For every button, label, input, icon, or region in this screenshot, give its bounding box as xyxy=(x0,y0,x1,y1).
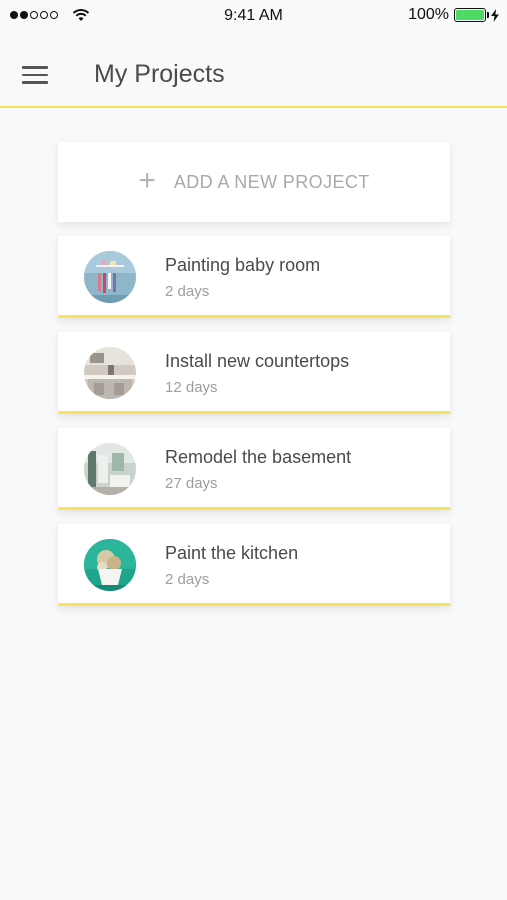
hamburger-menu-icon[interactable] xyxy=(22,66,48,84)
page-title: My Projects xyxy=(94,60,225,88)
project-duration: 2 days xyxy=(165,283,210,300)
countertops-thumbnail xyxy=(84,347,136,399)
add-project-button[interactable]: + ADD A NEW PROJECT xyxy=(58,142,450,222)
project-title: Install new countertops xyxy=(165,351,350,371)
status-bar: 9:41 AM 100% xyxy=(0,0,507,32)
project-duration: 12 days xyxy=(165,379,218,396)
project-card[interactable]: Paint the kitchen 2 days xyxy=(58,524,450,606)
baby-room-thumbnail xyxy=(84,251,136,303)
app-header: My Projects xyxy=(0,32,507,108)
project-card[interactable]: Remodel the basement 27 days xyxy=(58,428,450,510)
add-project-label: ADD A NEW PROJECT xyxy=(173,171,370,192)
project-card[interactable]: Painting baby room 2 days xyxy=(58,236,450,318)
charging-bolt-icon xyxy=(491,8,499,22)
project-title: Remodel the basement xyxy=(165,447,352,467)
project-title: Painting baby room xyxy=(165,255,321,275)
project-list: + ADD A NEW PROJECT Painting baby room 2… xyxy=(58,142,450,606)
battery-icon xyxy=(454,8,489,22)
plus-icon: + xyxy=(138,163,156,197)
battery-level xyxy=(456,10,484,20)
battery-percent: 100% xyxy=(408,6,449,23)
project-duration: 27 days xyxy=(165,475,218,492)
kitchen-thumbnail xyxy=(84,539,136,591)
basement-thumbnail xyxy=(84,443,136,495)
project-duration: 2 days xyxy=(165,571,210,588)
project-title: Paint the kitchen xyxy=(165,543,299,563)
project-card[interactable]: Install new countertops 12 days xyxy=(58,332,450,414)
